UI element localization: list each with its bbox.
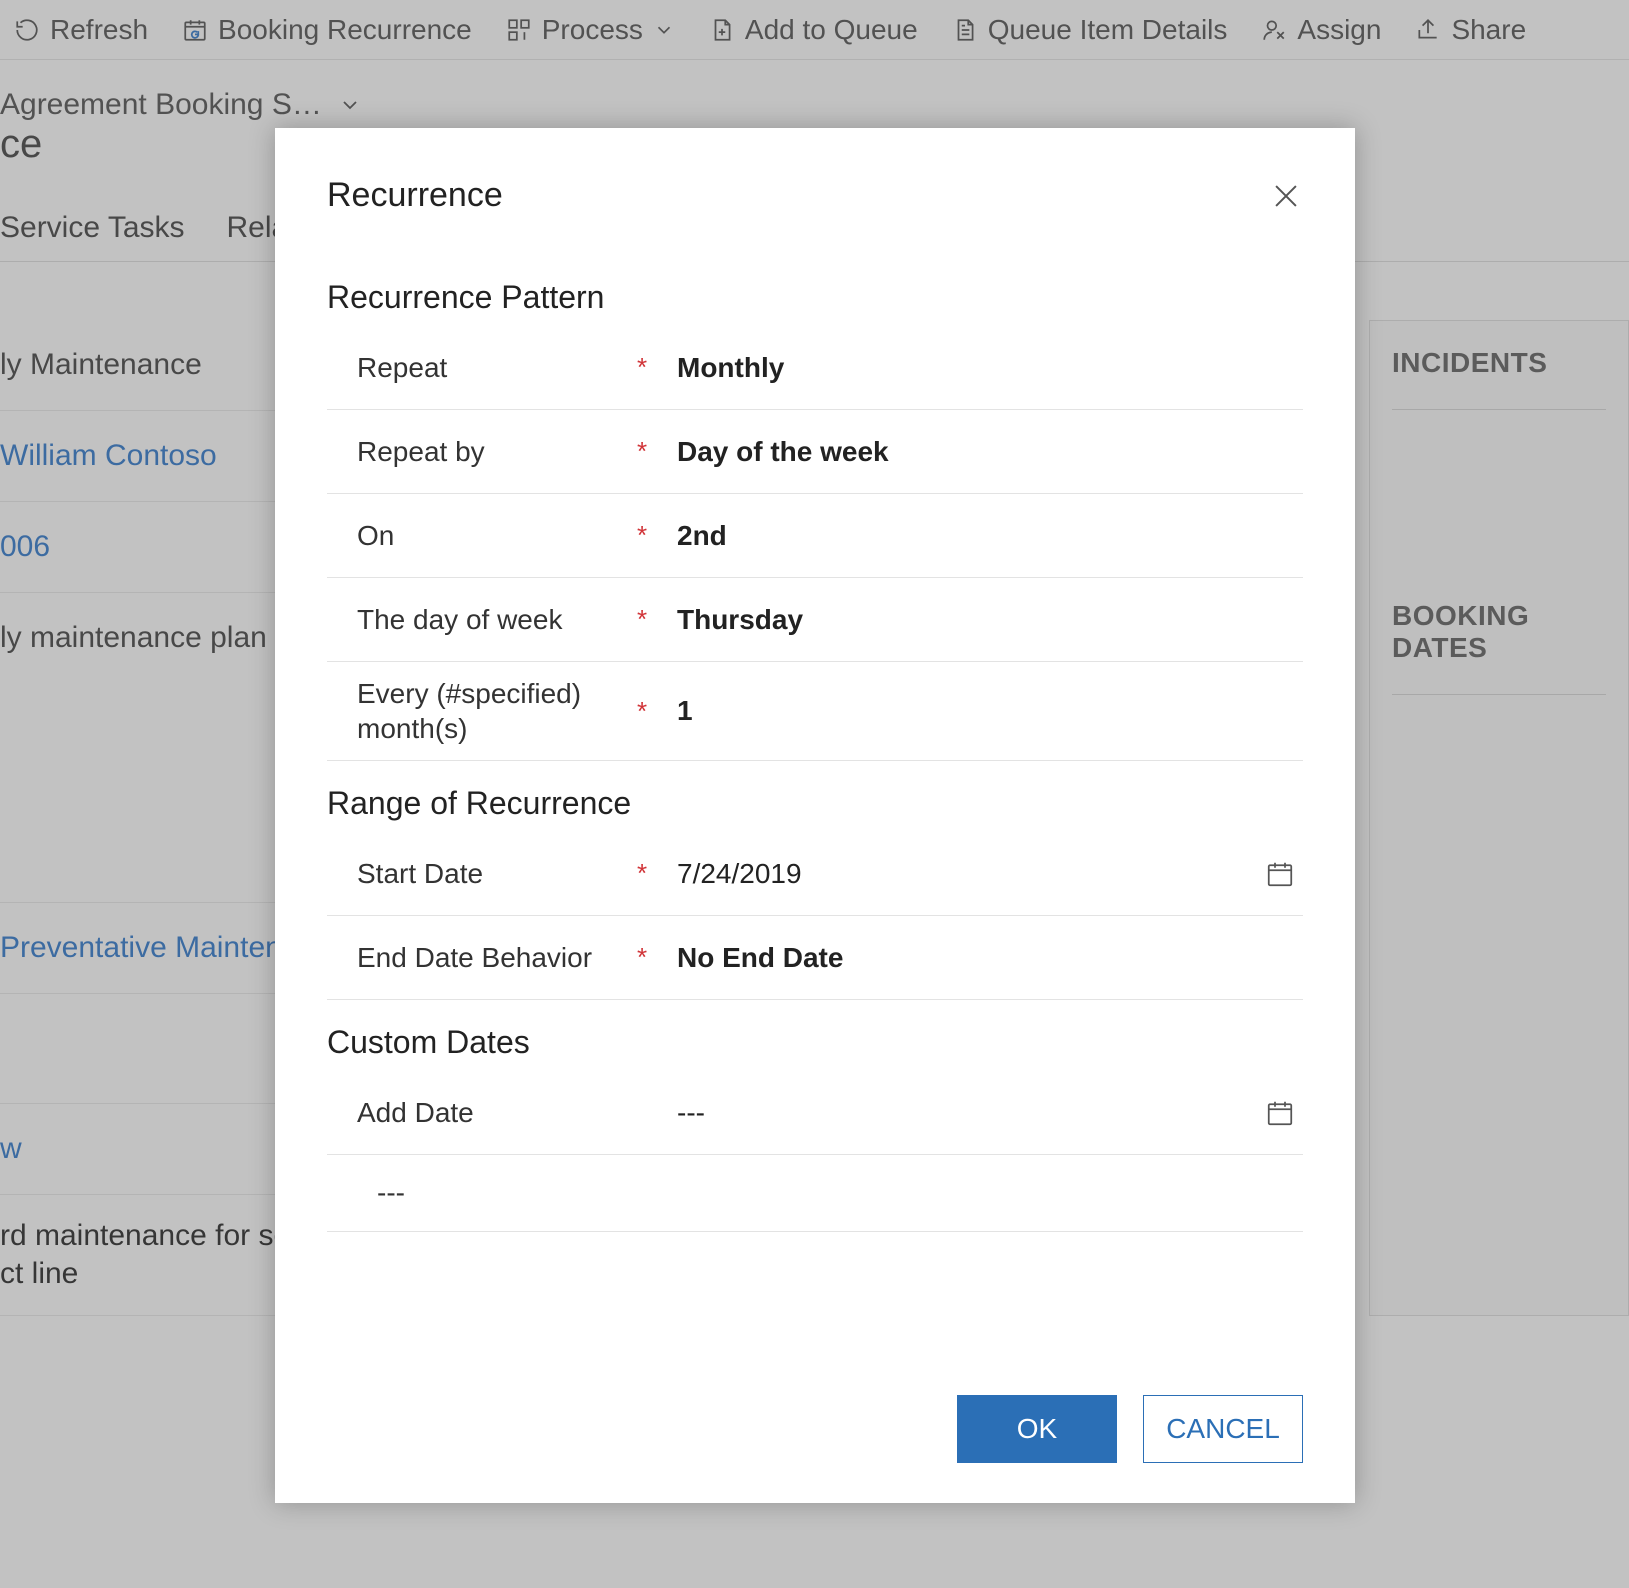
label-on: On — [327, 518, 627, 553]
value-on[interactable]: 2nd — [657, 520, 1303, 552]
start-date-text: 7/24/2019 — [677, 858, 802, 890]
cancel-button[interactable]: CANCEL — [1143, 1395, 1303, 1463]
value-start-date[interactable]: 7/24/2019 — [657, 858, 1303, 890]
required-star: * — [627, 520, 657, 551]
section-range: Range of Recurrence — [327, 785, 1303, 822]
value-add-date[interactable]: --- — [657, 1097, 1303, 1129]
calendar-icon[interactable] — [1265, 859, 1295, 889]
calendar-icon[interactable] — [1265, 1098, 1295, 1128]
close-icon — [1269, 179, 1303, 213]
label-add-date: Add Date — [327, 1095, 627, 1130]
dialog-title: Recurrence — [327, 176, 503, 215]
label-every-months: Every (#specified) month(s) — [327, 676, 627, 746]
label-repeat: Repeat — [327, 350, 627, 385]
label-repeat-by: Repeat by — [327, 434, 627, 469]
row-day-of-week[interactable]: The day of week * Thursday — [327, 578, 1303, 662]
required-star: * — [627, 942, 657, 973]
row-end-behavior[interactable]: End Date Behavior * No End Date — [327, 916, 1303, 1000]
row-start-date[interactable]: Start Date * 7/24/2019 — [327, 832, 1303, 916]
value-repeat-by[interactable]: Day of the week — [657, 436, 1303, 468]
label-day-of-week: The day of week — [327, 602, 627, 637]
label-end-behavior: End Date Behavior — [327, 940, 627, 975]
dialog-footer: OK CANCEL — [327, 1365, 1303, 1463]
required-star: * — [627, 604, 657, 635]
row-repeat-by[interactable]: Repeat by * Day of the week — [327, 410, 1303, 494]
required-star: * — [627, 352, 657, 383]
required-star: * — [627, 858, 657, 889]
ok-button[interactable]: OK — [957, 1395, 1117, 1463]
row-every-months[interactable]: Every (#specified) month(s) * 1 — [327, 662, 1303, 761]
row-add-date[interactable]: Add Date --- — [327, 1071, 1303, 1155]
add-date-text: --- — [677, 1097, 705, 1129]
required-star: * — [627, 436, 657, 467]
section-custom-dates: Custom Dates — [327, 1024, 1303, 1061]
section-recurrence-pattern: Recurrence Pattern — [327, 279, 1303, 316]
recurrence-dialog: Recurrence Recurrence Pattern Repeat * M… — [275, 128, 1355, 1503]
required-star: * — [627, 696, 657, 727]
value-every-months[interactable]: 1 — [657, 695, 1303, 727]
row-on[interactable]: On * 2nd — [327, 494, 1303, 578]
value-day-of-week[interactable]: Thursday — [657, 604, 1303, 636]
label-start-date: Start Date — [327, 856, 627, 891]
row-repeat[interactable]: Repeat * Monthly — [327, 326, 1303, 410]
value-end-behavior[interactable]: No End Date — [657, 942, 1303, 974]
custom-date-entry: --- — [327, 1155, 1303, 1232]
value-repeat[interactable]: Monthly — [657, 352, 1303, 384]
close-button[interactable] — [1269, 179, 1303, 213]
